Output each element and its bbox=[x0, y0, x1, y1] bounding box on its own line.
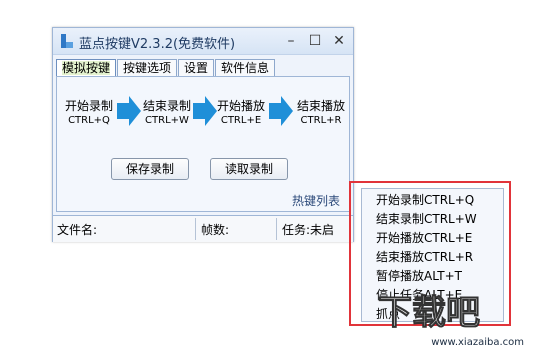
step-end-play: 结束播放 CTRL+R bbox=[291, 97, 351, 126]
close-button[interactable]: ✕ bbox=[330, 32, 348, 50]
step-start-record: 开始录制 CTRL+Q bbox=[59, 97, 119, 126]
tab-software-info[interactable]: 软件信息 bbox=[215, 59, 276, 77]
status-separator bbox=[276, 218, 277, 240]
step-label: 开始播放 bbox=[216, 99, 265, 113]
save-recording-button[interactable]: 保存录制 bbox=[111, 158, 189, 180]
app-logo-icon bbox=[61, 34, 73, 48]
window-title: 蓝点按键V2.3.2(免费软件) bbox=[79, 37, 236, 52]
tab-simulate-keys[interactable]: 模拟按键 bbox=[56, 59, 117, 77]
tab-key-options[interactable]: 按键选项 bbox=[117, 59, 178, 77]
title-bar[interactable]: 蓝点按键V2.3.2(免费软件) – ☐ ✕ bbox=[53, 28, 353, 55]
status-frames: 帧数: bbox=[201, 223, 230, 237]
load-recording-button[interactable]: 读取录制 bbox=[210, 158, 288, 180]
step-end-record: 结束录制 CTRL+W bbox=[137, 97, 197, 126]
step-start-play: 开始播放 CTRL+E bbox=[211, 97, 271, 126]
simulate-panel: 开始录制 CTRL+Q 结束录制 CTRL+W 开始播放 CTRL+E 结束播放… bbox=[56, 76, 350, 212]
app-window: 蓝点按键V2.3.2(免费软件) – ☐ ✕ 模拟按键 按键选项 设置 软件信息… bbox=[52, 27, 354, 242]
step-label: 结束录制 bbox=[142, 99, 191, 113]
watermark-url: www.xiazaiba.com bbox=[431, 337, 524, 348]
minimize-button[interactable]: – bbox=[282, 32, 300, 50]
watermark-logo: 下载吧 bbox=[378, 293, 481, 333]
step-hotkey: CTRL+W bbox=[145, 115, 189, 126]
status-separator bbox=[195, 218, 196, 240]
maximize-button[interactable]: ☐ bbox=[306, 32, 324, 50]
step-hotkey: CTRL+R bbox=[300, 115, 342, 126]
step-label: 开始录制 bbox=[64, 99, 113, 113]
watermark-logo-text: 下载吧 bbox=[378, 293, 480, 332]
tab-bar: 模拟按键 按键选项 设置 软件信息 bbox=[56, 59, 276, 77]
arrow-right-icon bbox=[269, 96, 293, 126]
step-hotkey: CTRL+E bbox=[220, 115, 262, 126]
status-filename: 文件名: bbox=[57, 223, 98, 237]
step-hotkey: CTRL+Q bbox=[68, 115, 110, 126]
hotkey-list-link[interactable]: 热键列表 bbox=[292, 192, 340, 209]
status-bar: 文件名: 帧数: 任务:未启 bbox=[53, 215, 353, 242]
status-task: 任务:未启 bbox=[282, 223, 335, 237]
tab-settings[interactable]: 设置 bbox=[178, 59, 215, 77]
step-label: 结束播放 bbox=[296, 99, 345, 113]
